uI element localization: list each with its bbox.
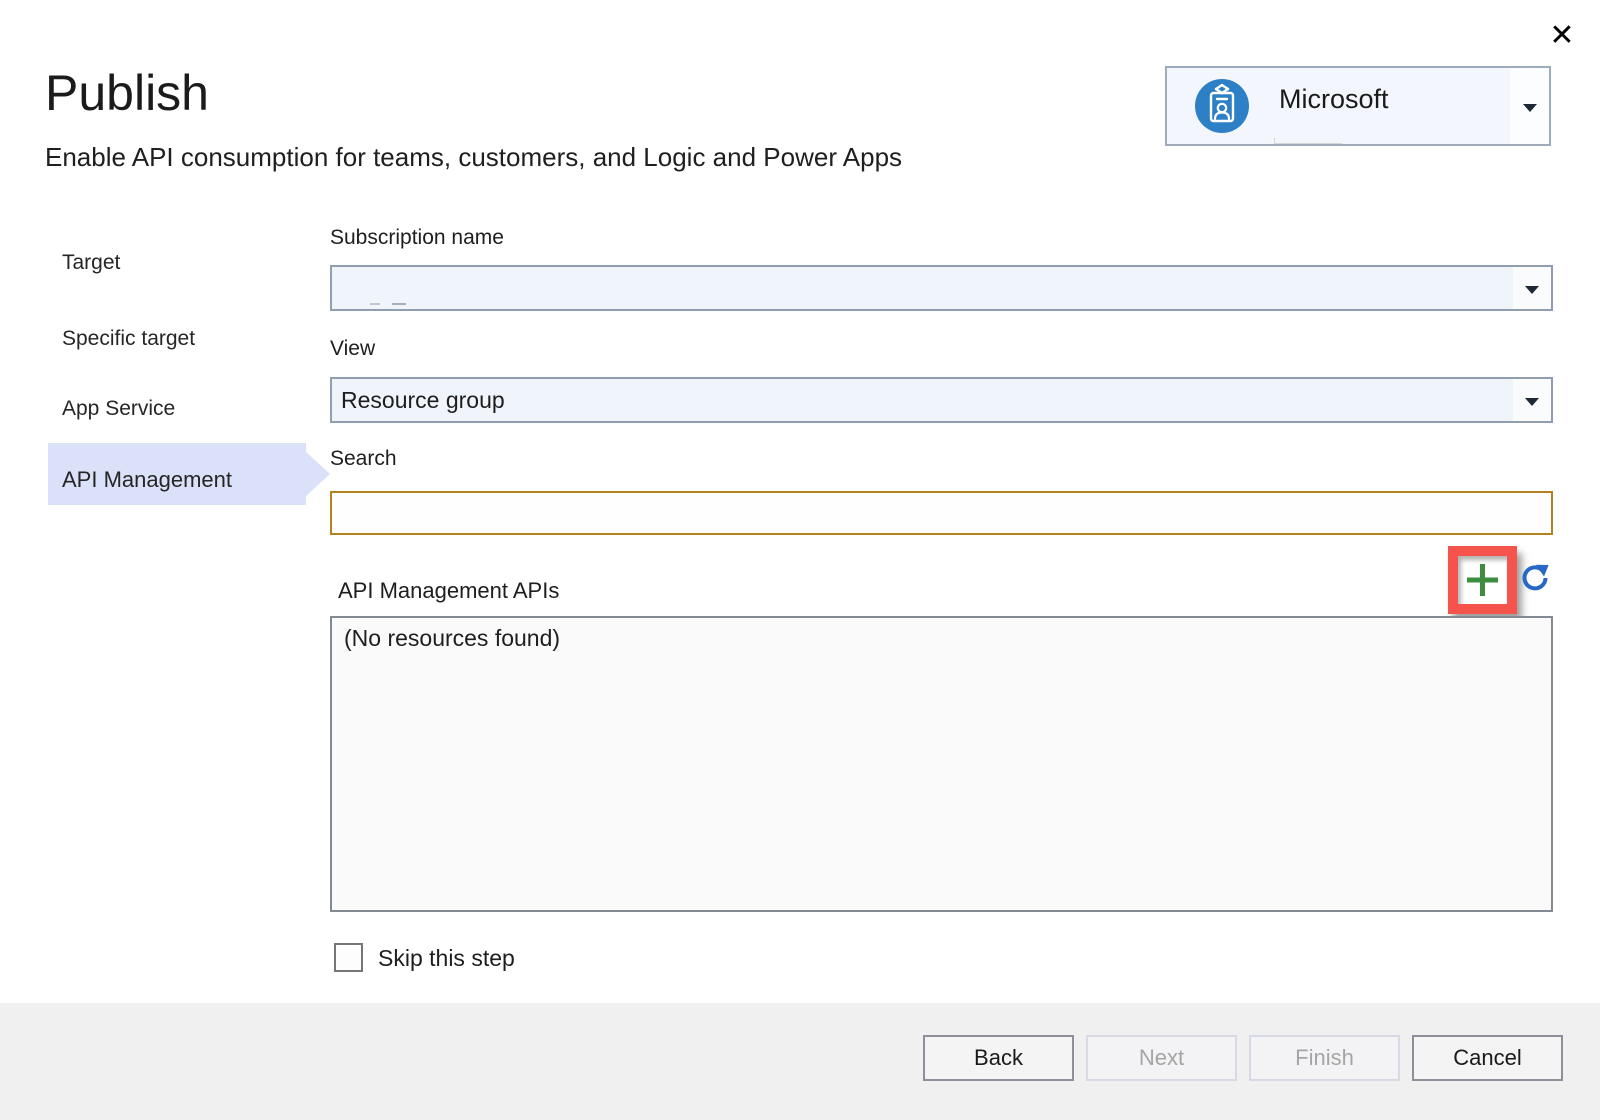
view-label: View [330,337,375,361]
publish-dialog: ✕ Publish Enable API consumption for tea… [0,0,1600,1120]
next-button[interactable]: Next [1086,1035,1237,1081]
redacted-text-mark [392,303,406,305]
plus-icon [1464,562,1501,598]
view-selected-value: Resource group [341,387,505,414]
skip-step-checkbox[interactable] [334,943,363,972]
sidebar-item-target[interactable]: Target [62,251,120,275]
view-dropdown[interactable]: Resource group [330,377,1553,423]
subscription-name-dropdown[interactable] [330,265,1553,311]
account-name: Microsoft [1279,84,1389,115]
redacted-text-mark [370,303,380,305]
account-selector[interactable]: Microsoft [1165,66,1551,146]
api-list-label: API Management APIs [338,578,559,604]
sidebar-item-app-service[interactable]: App Service [62,397,175,421]
subscription-name-label: Subscription name [330,226,504,250]
sidebar-item-api-management[interactable]: API Management [62,467,232,493]
search-label: Search [330,447,397,471]
account-dropdown-button[interactable] [1509,68,1549,144]
api-list-empty-text: (No resources found) [344,625,560,652]
search-input[interactable] [330,491,1553,535]
refresh-button[interactable] [1520,563,1550,593]
subscription-dropdown-button[interactable] [1513,267,1551,309]
chevron-down-icon [1525,398,1539,406]
chevron-down-icon [1523,104,1537,112]
refresh-icon [1520,563,1550,593]
dialog-footer: Back Next Finish Cancel [0,1003,1600,1120]
view-dropdown-button[interactable] [1513,379,1551,421]
sidebar-selection-arrow [306,452,330,496]
chevron-down-icon [1525,286,1539,294]
close-icon[interactable]: ✕ [1544,18,1580,54]
sidebar-item-specific-target[interactable]: Specific target [62,327,195,351]
add-api-button[interactable] [1448,546,1517,614]
skip-step-label: Skip this step [378,945,515,972]
person-id-badge-icon [1195,79,1249,133]
api-list[interactable]: (No resources found) [330,616,1553,912]
page-title: Publish [45,64,209,122]
cancel-button[interactable]: Cancel [1412,1035,1563,1081]
back-button[interactable]: Back [923,1035,1074,1081]
finish-button[interactable]: Finish [1249,1035,1400,1081]
page-subtitle: Enable API consumption for teams, custom… [45,142,902,173]
account-email-redacted [1274,138,1342,144]
